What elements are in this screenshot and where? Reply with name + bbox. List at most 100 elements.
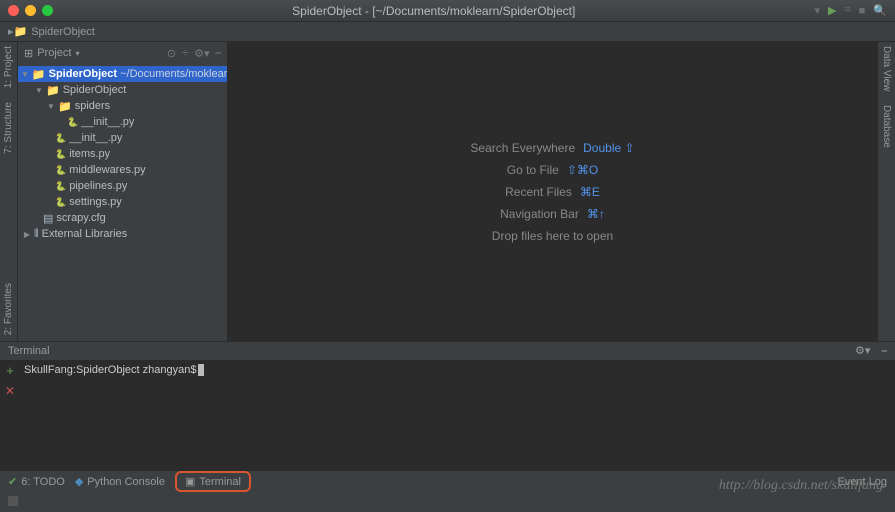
tree-item-label: pipelines.py: [69, 180, 127, 192]
close-icon[interactable]: [8, 5, 19, 16]
editor-empty-state: Search EverywhereDouble ⇧ Go to File⇧⌘O …: [228, 42, 877, 341]
hint-row: Drop files here to open: [492, 229, 613, 243]
maximize-icon[interactable]: [42, 5, 53, 16]
project-tree[interactable]: ▼ 📁 SpiderObject ~/Documents/moklearn/Sp…: [18, 64, 227, 244]
project-header-label[interactable]: Project: [37, 47, 71, 59]
tree-file[interactable]: ▤scrapy.cfg: [18, 210, 227, 226]
hint-label: Search Everywhere: [470, 141, 575, 155]
hint-row: Search Everywhere Double ⇧: [470, 141, 634, 155]
tree-root[interactable]: ▼ 📁 SpiderObject ~/Documents/moklearn/Sp…: [18, 66, 227, 82]
search-icon[interactable]: 🔍: [873, 4, 887, 17]
tree-external[interactable]: ▶⫴External Libraries: [18, 226, 227, 242]
tree-root-path: ~/Documents/moklearn/SpiderObject: [120, 68, 227, 80]
tree-item-label: items.py: [69, 148, 110, 160]
window-controls: [8, 5, 53, 16]
gear-icon[interactable]: ⚙▾: [855, 345, 870, 357]
add-tab-icon[interactable]: +: [6, 363, 14, 378]
left-gutter: 1: Project 7: Structure 2: Favorites: [0, 42, 18, 341]
todo-icon: ✔: [8, 475, 17, 488]
target-icon[interactable]: ÷: [182, 47, 188, 60]
file-icon: ▤: [43, 212, 53, 225]
tree-item-label: middlewares.py: [69, 164, 145, 176]
tree-file[interactable]: 🐍items.py: [18, 146, 227, 162]
python-icon: 🐍: [55, 165, 66, 176]
tree-file[interactable]: 🐍__init__.py: [18, 114, 227, 130]
hint-label: Drop files here to open: [492, 229, 613, 243]
run-toolbar: ▾ ▶ ⌗ ■ 🔍: [814, 4, 887, 17]
terminal-prompt: SkullFang:SpiderObject zhangyan$: [24, 364, 196, 376]
hint-row: Recent Files ⌘E: [505, 185, 600, 199]
tab-project[interactable]: 1: Project: [3, 46, 14, 88]
bottom-strip: [0, 492, 895, 510]
titlebar: SpiderObject - [~/Documents/moklearn/Spi…: [0, 0, 895, 22]
run-icon[interactable]: ▶: [828, 4, 836, 17]
folder-icon: ▸📁: [8, 25, 27, 38]
python-icon: 🐍: [55, 197, 66, 208]
hint-shortcut: ⌘E: [580, 185, 600, 199]
window-title: SpiderObject - [~/Documents/moklearn/Spi…: [53, 4, 814, 18]
right-gutter: Data View Database: [877, 42, 895, 341]
terminal-body[interactable]: + ✕ SkullFang:SpiderObject zhangyan$: [0, 360, 895, 470]
tab-structure[interactable]: 7: Structure: [3, 102, 14, 154]
tree-file[interactable]: 🐍__init__.py: [18, 130, 227, 146]
chevron-down-icon[interactable]: ▾: [75, 49, 79, 58]
tree-root-name: SpiderObject: [49, 68, 117, 80]
status-label: Terminal: [199, 476, 241, 488]
terminal-icon: ▣: [185, 475, 195, 488]
tab-favorites[interactable]: 2: Favorites: [3, 283, 14, 335]
tree-file[interactable]: 🐍middlewares.py: [18, 162, 227, 178]
terminal-panel: Terminal ⚙▾ ⎯ + ✕ SkullFang:SpiderObject…: [0, 341, 895, 470]
tree-item-label: settings.py: [69, 196, 122, 208]
hint-row: Navigation Bar ⌘↑: [500, 207, 605, 221]
hide-icon[interactable]: ⎯: [216, 47, 222, 60]
project-pane: ⊞ Project ▾ ⊙ ÷ ⚙▾ ⎯ ▼ 📁 SpiderObject ~/…: [18, 42, 228, 341]
tree-item-label: SpiderObject: [63, 84, 127, 96]
tree-item-label: __init__.py: [69, 132, 122, 144]
terminal-header-icons: ⚙▾ ⎯: [855, 344, 887, 358]
tab-database[interactable]: Database: [881, 105, 892, 148]
package-icon: 📁: [58, 100, 72, 113]
tree-file[interactable]: 🐍pipelines.py: [18, 178, 227, 194]
status-terminal[interactable]: ▣ Terminal: [175, 471, 251, 492]
debug-icon[interactable]: ⌗: [844, 4, 850, 17]
status-todo[interactable]: ✔ 6: TODO: [8, 475, 65, 488]
close-tab-icon[interactable]: ✕: [5, 384, 15, 398]
dropdown-icon[interactable]: ▾: [814, 4, 820, 17]
status-event-log[interactable]: Event Log: [837, 476, 887, 488]
hint-label: Go to File: [507, 163, 559, 177]
tree-item-label: spiders: [75, 100, 110, 112]
tree-folder[interactable]: ▼ 📁 SpiderObject: [18, 82, 227, 98]
hide-icon[interactable]: ⎯: [882, 345, 888, 357]
hint-label: Navigation Bar: [500, 207, 579, 221]
python-icon: 🐍: [55, 181, 66, 192]
stop-icon[interactable]: ■: [859, 5, 866, 17]
project-pane-header: ⊞ Project ▾ ⊙ ÷ ⚙▾ ⎯: [18, 42, 227, 64]
package-icon: 📁: [46, 84, 60, 97]
folder-icon: 📁: [32, 68, 46, 81]
minimize-icon[interactable]: [25, 5, 36, 16]
terminal-content[interactable]: SkullFang:SpiderObject zhangyan$: [20, 360, 895, 470]
tree-folder[interactable]: ▼ 📁 spiders: [18, 98, 227, 114]
tree-file[interactable]: 🐍settings.py: [18, 194, 227, 210]
hint-shortcut: Double ⇧: [583, 141, 634, 155]
tree-item-label: External Libraries: [42, 228, 128, 240]
library-icon: ⫴: [34, 228, 39, 241]
tab-data-view[interactable]: Data View: [881, 46, 892, 91]
terminal-header: Terminal ⚙▾ ⎯: [0, 342, 895, 360]
hint-label: Recent Files: [505, 185, 572, 199]
status-python-console[interactable]: ◆ Python Console: [75, 475, 165, 488]
terminal-title: Terminal: [8, 345, 50, 357]
python-icon: ◆: [75, 475, 83, 488]
hint-row: Go to File⇧⌘O: [507, 163, 598, 177]
status-label: 6: TODO: [21, 476, 65, 488]
hint-shortcut: ⌘↑: [587, 207, 605, 221]
gear-icon[interactable]: ⚙▾: [194, 47, 209, 60]
statusbar: ✔ 6: TODO ◆ Python Console ▣ Terminal Event…: [0, 470, 895, 492]
tool-window-toggle-icon[interactable]: [8, 496, 18, 506]
status-label: Python Console: [87, 476, 165, 488]
python-icon: 🐍: [55, 133, 66, 144]
breadcrumb[interactable]: SpiderObject: [31, 26, 95, 38]
tree-item-label: __init__.py: [81, 116, 134, 128]
project-icon: ⊞: [24, 47, 33, 60]
collapse-icon[interactable]: ⊙: [167, 47, 176, 60]
